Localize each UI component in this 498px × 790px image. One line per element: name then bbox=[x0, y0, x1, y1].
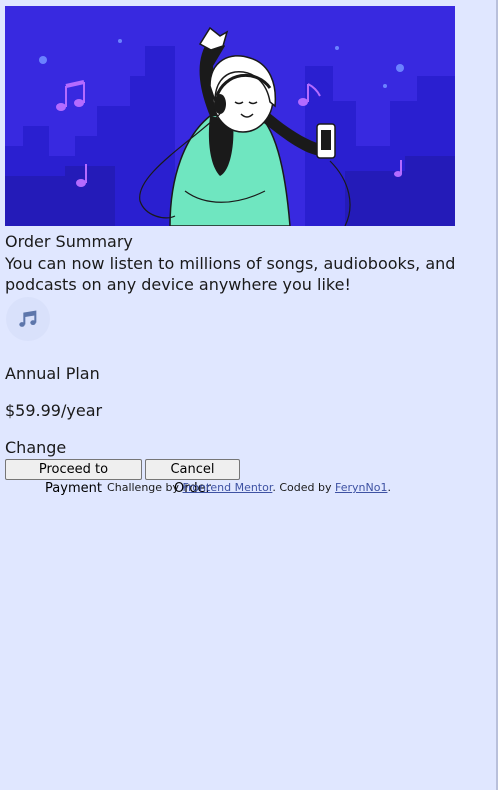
order-summary-title: Order Summary bbox=[5, 232, 133, 251]
hero-illustration bbox=[5, 6, 455, 226]
attribution-prefix: Challenge by bbox=[107, 481, 183, 494]
attribution: Challenge by Frontend Mentor. Coded by F… bbox=[0, 481, 498, 495]
attribution-middle: . Coded by bbox=[272, 481, 335, 494]
cancel-order-button[interactable]: Cancel Order bbox=[145, 459, 240, 496]
author-link[interactable]: FerynNo1 bbox=[335, 481, 387, 494]
music-note-icon bbox=[6, 297, 50, 341]
order-summary-description: You can now listen to millions of songs,… bbox=[5, 254, 456, 294]
proceed-to-payment-button[interactable]: Proceed to Payment bbox=[5, 459, 142, 496]
attribution-suffix: . bbox=[387, 481, 391, 494]
change-plan-link[interactable]: Change bbox=[5, 438, 66, 458]
plan-price: $59.99/year bbox=[5, 401, 103, 420]
plan-name: Annual Plan bbox=[5, 364, 100, 383]
frontend-mentor-link[interactable]: Frontend Mentor bbox=[183, 481, 273, 494]
